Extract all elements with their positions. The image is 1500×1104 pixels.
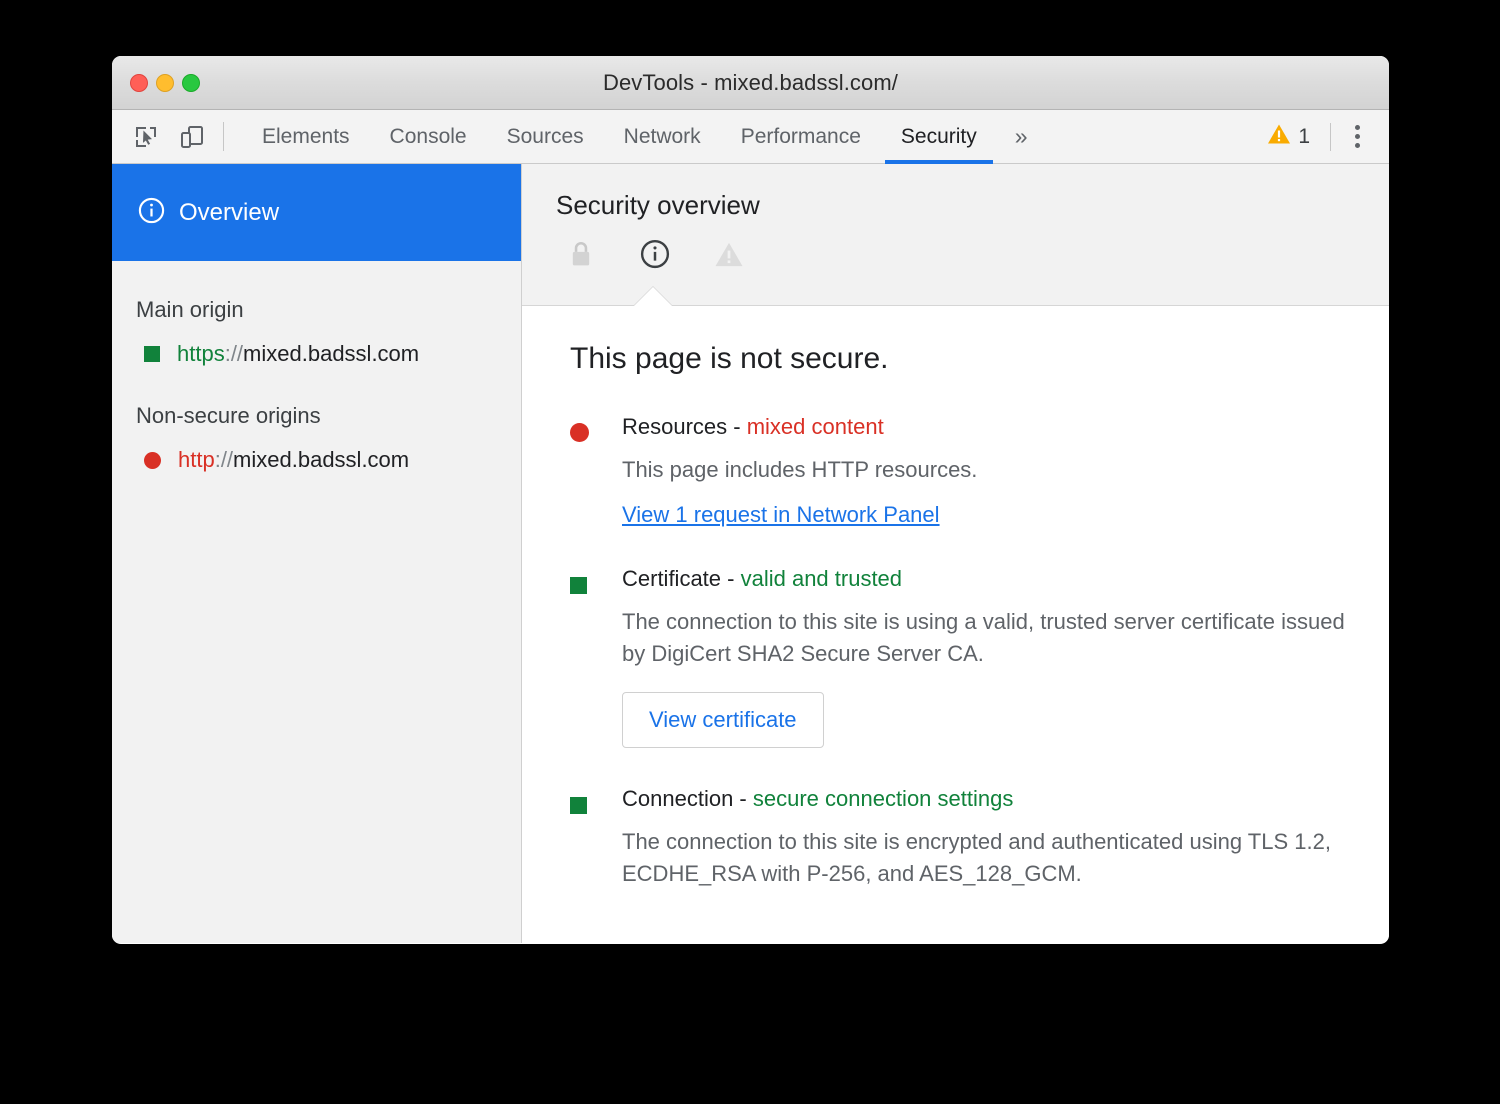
explanation-title: Connection - secure connection settings [622, 786, 1349, 812]
more-tabs-chevron-icon[interactable]: » [997, 110, 1042, 163]
explanation-body: Connection - secure connection settings … [622, 786, 1349, 890]
security-explanations: This page is not secure. Resources - mix… [522, 306, 1389, 943]
explanation-body: Resources - mixed content This page incl… [622, 414, 1349, 528]
tab-sources[interactable]: Sources [487, 110, 604, 163]
sidebar-origin-http[interactable]: http://mixed.badssl.com [112, 429, 521, 473]
status-badge: mixed content [747, 414, 884, 439]
tab-network[interactable]: Network [604, 110, 721, 163]
explanation-body: Certificate - valid and trusted The conn… [622, 566, 1349, 748]
active-state-pointer [634, 287, 672, 306]
page-title: Security overview [522, 164, 1389, 221]
toolbar-separator [223, 122, 224, 151]
sidebar-section-main-origin-title: Main origin [112, 261, 521, 323]
devtools-toolbar: Elements Console Sources Network Perform… [112, 110, 1389, 164]
warning-triangle-icon [1267, 123, 1291, 150]
security-panel-header: Security overview [522, 164, 1389, 306]
toolbar-right-separator [1330, 123, 1331, 151]
explanation-description: This page includes HTTP resources. [622, 454, 1349, 486]
tab-security[interactable]: Security [881, 110, 997, 163]
screenshot-root: DevTools - mixed.badssl.com/ [0, 0, 1500, 1104]
explanation-description: The connection to this site is encrypted… [622, 826, 1349, 890]
security-sidebar: Overview Main origin https://mixed.badss… [112, 164, 522, 943]
kebab-menu-icon[interactable] [1341, 119, 1373, 155]
warning-triangle-icon[interactable] [712, 237, 746, 271]
origin-host: mixed.badssl.com [243, 341, 419, 366]
explanation-connection: Connection - secure connection settings … [570, 786, 1349, 890]
insecure-marker-icon [570, 423, 589, 442]
explanation-resources: Resources - mixed content This page incl… [570, 414, 1349, 528]
security-main-panel: Security overview [522, 164, 1389, 943]
device-toolbar-icon[interactable] [177, 122, 207, 152]
devtools-window: DevTools - mixed.badssl.com/ [112, 56, 1389, 944]
origin-separator: :// [225, 341, 243, 366]
status-badge: valid and trusted [741, 566, 902, 591]
sidebar-item-overview-label: Overview [179, 199, 279, 227]
view-requests-link[interactable]: View 1 request in Network Panel [622, 502, 940, 528]
origin-host: mixed.badssl.com [233, 447, 409, 472]
explanation-marker [570, 414, 622, 528]
secure-marker-icon [570, 797, 587, 814]
origin-scheme: https [177, 341, 225, 366]
secure-marker-icon [570, 577, 587, 594]
explanation-title: Certificate - valid and trusted [622, 566, 1349, 592]
toolbar-right-group: 1 [1259, 110, 1389, 163]
window-titlebar: DevTools - mixed.badssl.com/ [112, 56, 1389, 110]
devtools-body: Overview Main origin https://mixed.badss… [112, 164, 1389, 943]
security-headline: This page is not secure. [570, 342, 1349, 376]
sidebar-origin-https[interactable]: https://mixed.badssl.com [112, 323, 521, 367]
explanation-certificate: Certificate - valid and trusted The conn… [570, 566, 1349, 748]
tab-console[interactable]: Console [370, 110, 487, 163]
sidebar-section-non-secure-origins-title: Non-secure origins [112, 367, 521, 429]
origin-scheme: http [178, 447, 215, 472]
explanation-title: Resources - mixed content [622, 414, 1349, 440]
origin-separator: :// [215, 447, 233, 472]
inspect-element-icon[interactable] [131, 122, 161, 152]
view-certificate-button[interactable]: View certificate [622, 692, 824, 748]
explanation-description: The connection to this site is using a v… [622, 606, 1349, 670]
warning-indicator[interactable]: 1 [1259, 123, 1318, 150]
warning-count: 1 [1298, 125, 1310, 149]
info-circle-icon [138, 197, 165, 229]
window-title: DevTools - mixed.badssl.com/ [112, 70, 1389, 96]
sidebar-origin-https-label: https://mixed.badssl.com [177, 341, 419, 367]
explanation-title-prefix: Certificate - [622, 566, 741, 591]
toolbar-icon-group [112, 110, 207, 163]
explanation-marker [570, 786, 622, 890]
explanation-title-prefix: Connection - [622, 786, 753, 811]
sidebar-item-overview[interactable]: Overview [112, 164, 521, 261]
explanation-marker [570, 566, 622, 748]
tab-elements[interactable]: Elements [242, 110, 370, 163]
explanation-title-prefix: Resources - [622, 414, 747, 439]
lock-icon[interactable] [564, 237, 598, 271]
status-badge: secure connection settings [753, 786, 1014, 811]
panel-tabs: Elements Console Sources Network Perform… [242, 110, 1042, 163]
sidebar-origin-http-label: http://mixed.badssl.com [178, 447, 409, 473]
insecure-origin-marker-icon [144, 452, 161, 469]
tab-performance[interactable]: Performance [721, 110, 881, 163]
secure-origin-marker-icon [144, 346, 160, 362]
security-state-icons [522, 237, 1389, 271]
info-circle-icon[interactable] [638, 237, 672, 271]
